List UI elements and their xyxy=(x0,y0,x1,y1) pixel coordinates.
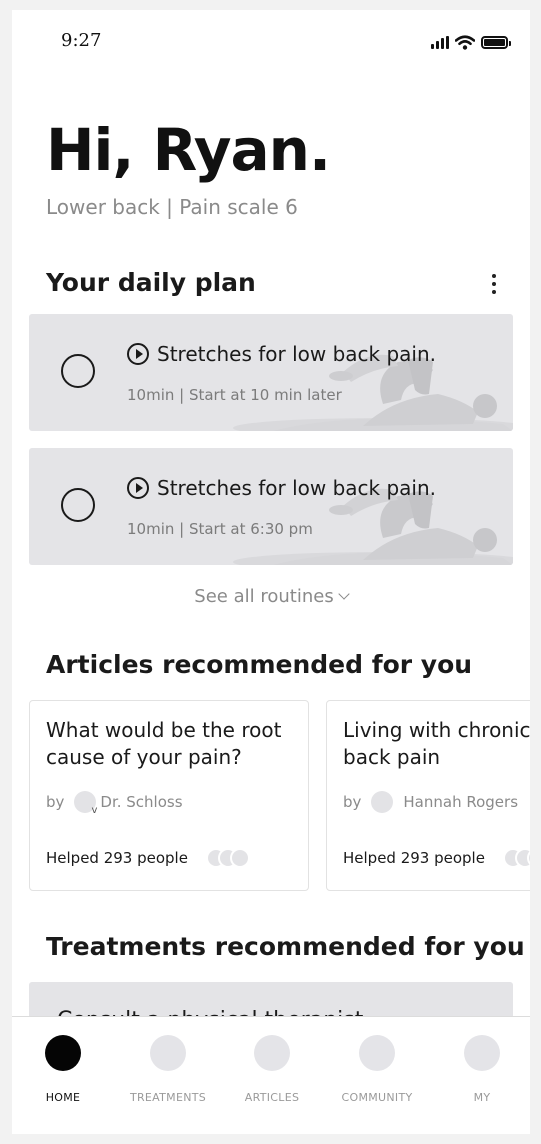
helped-count: Helped 293 people xyxy=(46,849,188,867)
home-icon xyxy=(45,1035,81,1071)
stretch-illustration xyxy=(233,354,513,431)
nav-community[interactable]: COMMUNITY xyxy=(327,1035,427,1104)
article-card[interactable]: What would be the root cause of your pai… xyxy=(29,700,309,891)
article-author-row: by Hannah Rogers xyxy=(343,791,518,813)
phone-screen: 9:27 Hi, Ryan. Lower back | Pain scale 6… xyxy=(12,10,530,1134)
cellular-signal-icon xyxy=(431,35,449,49)
chevron-down-icon xyxy=(338,588,350,600)
plan-card[interactable]: Stretches for low back pain. 10min | Sta… xyxy=(29,448,513,565)
plan-card[interactable]: Stretches for low back pain. 10min | Sta… xyxy=(29,314,513,431)
author-avatar: v xyxy=(74,791,98,816)
nav-home[interactable]: HOME xyxy=(13,1035,113,1104)
battery-icon xyxy=(481,35,511,49)
by-label: by xyxy=(46,793,65,811)
helped-avatars xyxy=(503,848,530,868)
author-name: Dr. Schloss xyxy=(100,793,183,811)
nav-label: MY xyxy=(473,1091,491,1104)
nav-label: TREATMENTS xyxy=(129,1091,207,1104)
articles-section-title: Articles recommended for you xyxy=(46,650,473,679)
plan-title: Stretches for low back pain. xyxy=(157,476,437,500)
plan-title-row: Stretches for low back pain. xyxy=(127,476,436,500)
plan-checkbox[interactable] xyxy=(61,488,95,522)
stretch-illustration xyxy=(233,488,513,565)
nav-label: COMMUNITY xyxy=(341,1091,413,1104)
daily-plan-title: Your daily plan xyxy=(46,268,256,297)
bottom-nav: HOME TREATMENTS ARTICLES COMMUNITY MY xyxy=(12,1016,530,1134)
author-avatar xyxy=(371,791,394,813)
see-all-label: See all routines xyxy=(194,586,334,607)
condition-subtitle: Lower back | Pain scale 6 xyxy=(46,195,298,219)
see-all-routines-link[interactable]: See all routines xyxy=(12,586,530,607)
article-card[interactable]: Living with chronic back pain by Hannah … xyxy=(326,700,530,891)
community-icon xyxy=(359,1035,395,1071)
plan-title: Stretches for low back pain. xyxy=(157,342,437,366)
article-title: What would be the root cause of your pai… xyxy=(46,718,282,769)
treatments-section-title: Treatments recommended for you xyxy=(46,932,525,961)
plan-meta: 10min | Start at 10 min later xyxy=(127,386,342,404)
nav-label: ARTICLES xyxy=(244,1091,300,1104)
profile-icon xyxy=(464,1035,500,1071)
nav-label: HOME xyxy=(45,1091,81,1104)
plan-checkbox[interactable] xyxy=(61,354,95,388)
wifi-icon xyxy=(455,34,475,50)
author-name: Hannah Rogers xyxy=(403,793,519,811)
more-options-icon[interactable] xyxy=(484,272,504,296)
helped-count: Helped 293 people xyxy=(343,849,485,867)
verified-badge: v xyxy=(91,805,98,816)
nav-treatments[interactable]: TREATMENTS xyxy=(118,1035,218,1104)
by-label: by xyxy=(343,793,362,811)
treatments-icon xyxy=(150,1035,186,1071)
nav-articles[interactable]: ARTICLES xyxy=(222,1035,322,1104)
play-icon xyxy=(127,343,149,365)
article-title: Living with chronic back pain xyxy=(343,718,530,769)
articles-icon xyxy=(254,1035,290,1071)
plan-title-row: Stretches for low back pain. xyxy=(127,342,436,366)
plan-meta: 10min | Start at 6:30 pm xyxy=(127,520,313,538)
status-icons xyxy=(431,34,511,50)
play-icon xyxy=(127,477,149,499)
greeting-title: Hi, Ryan. xyxy=(46,116,331,184)
status-bar: 9:27 xyxy=(12,10,530,74)
nav-my[interactable]: MY xyxy=(432,1035,530,1104)
helped-avatars xyxy=(206,848,250,868)
status-time: 9:27 xyxy=(61,30,102,51)
article-author-row: by v Dr. Schloss xyxy=(46,791,183,816)
